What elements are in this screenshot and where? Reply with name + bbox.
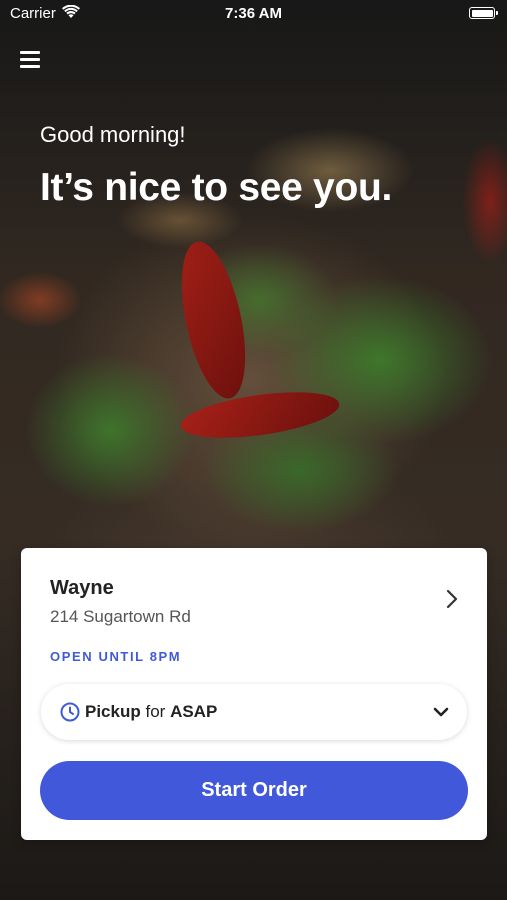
chevron-down-icon [433, 707, 449, 717]
clock-icon [60, 702, 80, 722]
battery-icon [469, 7, 498, 19]
greeting-text: Good morning! [40, 122, 186, 147]
order-type-dropdown[interactable]: Pickup for ASAP [41, 684, 467, 740]
hamburger-menu-icon[interactable] [20, 49, 42, 69]
order-type-text: Pickup for ASAP [85, 702, 217, 722]
chevron-right-icon [446, 589, 458, 609]
start-order-button[interactable]: Start Order [40, 761, 468, 820]
headline-text: It’s nice to see you. [40, 166, 393, 209]
hours-label: OPEN UNTIL 8PM [50, 649, 182, 664]
status-time: 7:36 AM [225, 5, 282, 22]
order-mode: Pickup [85, 702, 141, 721]
order-connector: for [145, 702, 166, 721]
location-selector[interactable]: Wayne 214 Sugartown Rd [21, 548, 487, 638]
location-address: 214 Sugartown Rd [50, 607, 191, 626]
location-name: Wayne [50, 577, 114, 599]
location-card: Wayne 214 Sugartown Rd OPEN UNTIL 8PM Pi… [21, 548, 487, 840]
order-time: ASAP [170, 702, 218, 721]
status-bar: Carrier 7:36 AM [0, 0, 507, 28]
